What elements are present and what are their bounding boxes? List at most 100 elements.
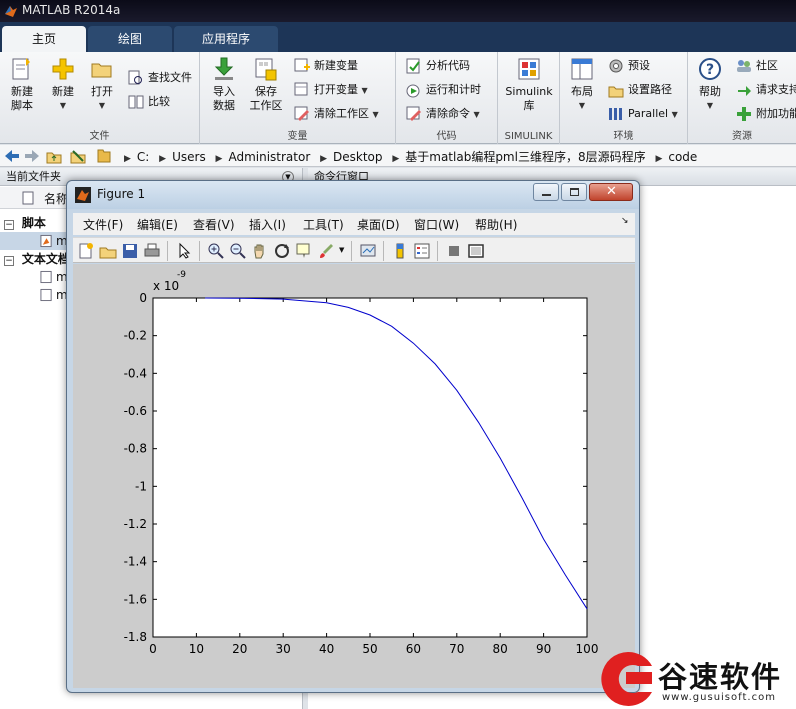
brush-dropdown-icon[interactable]: ▼ [339,246,344,254]
open-variable-button[interactable]: 打开变量 ▼ [294,80,368,100]
zoom-in-icon[interactable] [207,242,225,260]
help-button[interactable]: ? 帮助 ▼ [694,56,726,113]
minimize-icon [542,194,551,196]
new-variable-button[interactable]: 新建变量 [294,56,358,76]
preferences-button[interactable]: 预设 [608,56,650,76]
find-files-icon [128,70,142,85]
y-tick-label: -0.4 [124,366,147,380]
y-tick-label: -1 [135,479,147,493]
line-plot[interactable]: 0 10 20 30 40 50 60 70 80 90 100 0 -0.2 -0.4 -0.6 -0.8 -… [73,264,635,688]
x-tick-label: 0 [149,642,157,656]
breadcrumb-item[interactable]: Desktop [333,150,383,164]
menu-insert[interactable]: 插入(I) [249,216,286,233]
hide-plot-tools-icon[interactable] [445,242,463,260]
x-tick-label: 60 [406,642,421,656]
list-item[interactable]: m [40,286,68,304]
new-dropdown-icon[interactable]: ▼ [46,99,80,113]
menu-edit[interactable]: 编辑(E) [137,216,178,233]
community-button[interactable]: 社区 [736,56,778,76]
menu-view[interactable]: 查看(V) [193,216,235,233]
save-workspace-button[interactable]: 保存 工作区 [248,56,284,113]
parallel-button[interactable]: Parallel ▼ [608,104,678,124]
new-script-button[interactable]: 新建 脚本 [6,56,38,113]
maximize-icon [570,188,579,196]
tree-group-text[interactable]: − 文本文档 [4,250,70,268]
layout-button[interactable]: 布局 ▼ [566,56,598,113]
preferences-label: 预设 [628,59,650,72]
set-path-button[interactable]: 设置路径 [608,80,672,100]
show-plot-tools-icon[interactable] [467,242,485,260]
open-variable-dropdown-icon[interactable]: ▼ [362,86,368,95]
tab-home[interactable]: 主页 [2,26,86,52]
breadcrumb-item[interactable]: Users [172,150,206,164]
open-dropdown-icon[interactable]: ▼ [86,99,118,113]
rotate-3d-icon[interactable] [273,242,291,260]
clear-workspace-dropdown-icon[interactable]: ▼ [373,110,379,119]
help-dropdown-icon[interactable]: ▼ [694,99,726,113]
menu-file[interactable]: 文件(F) [83,216,123,233]
clear-workspace-button[interactable]: 清除工作区 ▼ [294,104,379,124]
data-cursor-icon[interactable] [295,242,313,260]
import-data-button[interactable]: 导入 数据 [208,56,240,113]
save-icon[interactable] [121,242,139,260]
breadcrumb-item[interactable]: 基于matlab编程pml三维程序，8层源码程序 [405,148,645,165]
y-tick-label: -1.6 [124,592,147,606]
ribbon-group-file-label: 文件 [89,131,110,142]
menu-tools[interactable]: 工具(T) [303,216,344,233]
open-file-icon[interactable] [99,242,117,260]
new-button[interactable]: 新建 ▼ [46,56,80,113]
open-button[interactable]: 打开 ▼ [86,56,118,113]
list-item[interactable]: m [0,232,68,250]
y-exponent-label: x 10 [153,279,179,293]
x-tick-label: 10 [189,642,204,656]
run-and-time-button[interactable]: 运行和计时 [406,80,481,100]
analyze-code-icon [406,58,420,74]
ribbon-group-resources-label: 资源 [732,131,752,142]
collapse-icon[interactable]: − [4,220,14,230]
up-folder-icon[interactable] [46,148,62,164]
compare-icon [128,95,144,109]
clear-commands-button[interactable]: 清除命令 ▼ [406,104,480,124]
tab-plots[interactable]: 绘图 [88,26,172,52]
collapse-icon[interactable]: − [4,256,14,266]
column-name-label[interactable]: 名称 [44,190,68,207]
pointer-icon[interactable] [175,242,193,260]
dock-arrow-icon[interactable]: ↘ [621,216,629,226]
menu-desktop[interactable]: 桌面(D) [357,216,400,233]
tab-apps[interactable]: 应用程序 [174,26,278,52]
layout-dropdown-icon[interactable]: ▼ [566,99,598,113]
compare-button[interactable]: 比较 [128,92,170,112]
figure-canvas[interactable]: 0 10 20 30 40 50 60 70 80 90 100 0 -0.2 -0.4 -0.6 -0.8 -… [73,264,635,688]
breadcrumb-item[interactable]: Administrator [228,150,310,164]
legend-icon[interactable] [413,242,431,260]
browse-folder-icon[interactable] [70,148,86,164]
simulink-library-button[interactable]: Simulink 库 [504,56,554,113]
clear-commands-dropdown-icon[interactable]: ▼ [474,110,480,119]
add-ons-button[interactable]: 附加功能 [736,104,796,124]
back-arrow-icon[interactable] [4,148,20,164]
minimize-button[interactable] [533,183,559,201]
new-figure-icon[interactable] [77,242,95,260]
maximize-button[interactable] [561,183,587,201]
find-files-button[interactable]: 查找文件 [128,68,192,88]
request-support-button[interactable]: 请求支持 [736,80,796,100]
close-icon: ✕ [606,184,617,199]
print-icon[interactable] [143,242,161,260]
breadcrumb-item[interactable]: code [668,150,697,164]
brush-icon[interactable] [317,242,335,260]
analyze-code-button[interactable]: 分析代码 [406,56,470,76]
colorbar-icon[interactable] [391,242,409,260]
menu-help[interactable]: 帮助(H) [475,216,517,233]
breadcrumb-item[interactable]: C: [137,150,149,164]
forward-arrow-icon[interactable] [24,148,40,164]
list-item[interactable]: m [40,268,68,286]
pan-hand-icon[interactable] [251,242,269,260]
parallel-dropdown-icon[interactable]: ▼ [672,110,678,119]
link-plot-icon[interactable] [359,242,377,260]
tree-group-scripts[interactable]: − 脚本 [4,214,46,232]
menu-window[interactable]: 窗口(W) [414,216,459,233]
zoom-out-icon[interactable] [229,242,247,260]
figure-title-bar[interactable]: Figure 1 ✕ [67,181,639,209]
close-button[interactable]: ✕ [589,183,633,201]
y-tick-label: -0.2 [124,329,147,343]
